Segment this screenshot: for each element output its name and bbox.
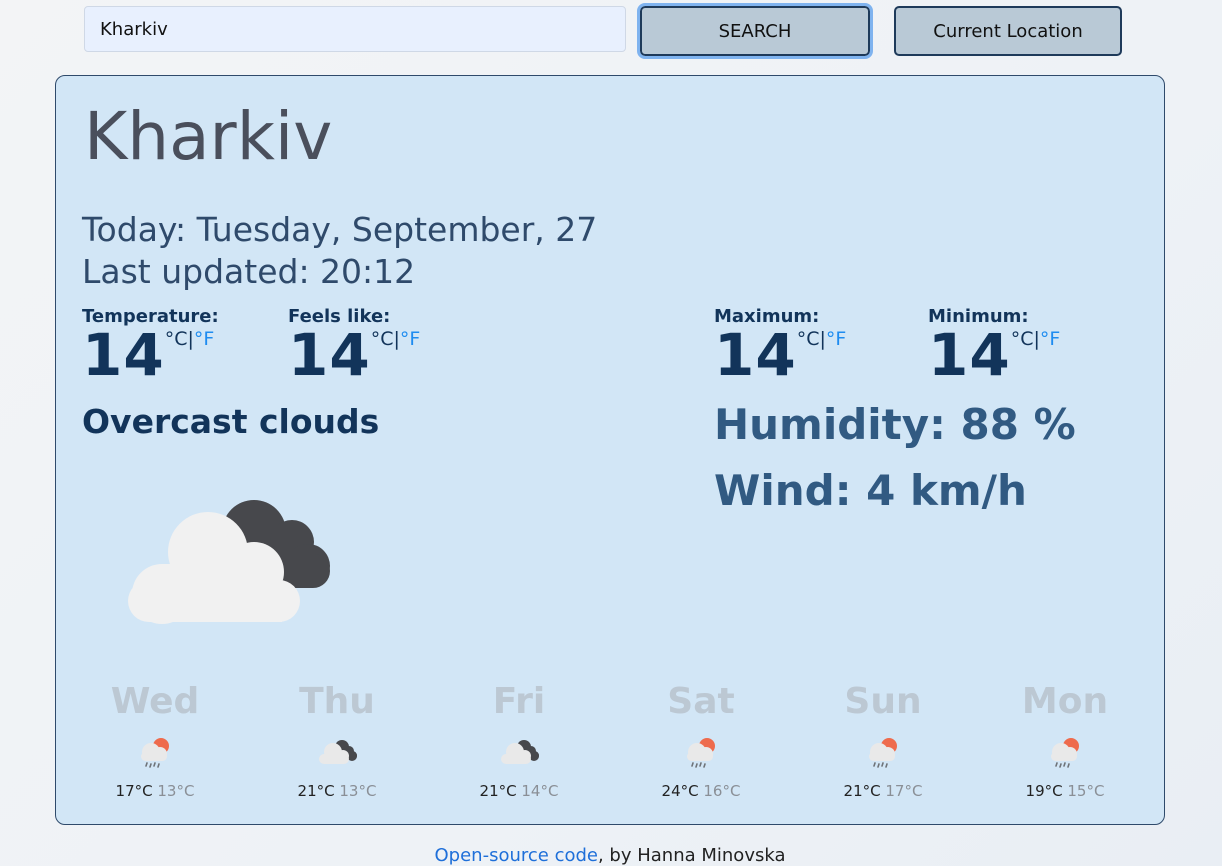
humidity: Humidity: 88 % xyxy=(714,400,1076,449)
rain-sun-icon xyxy=(1045,736,1085,770)
forecast-day-name: Fri xyxy=(492,681,546,722)
forecast-day: Sun 21°C 17°C xyxy=(792,681,974,801)
fahrenheit-toggle[interactable]: °F xyxy=(826,328,846,350)
search-input[interactable] xyxy=(84,6,626,52)
forecast-temps: 24°C 16°C xyxy=(610,782,792,800)
maximum-value: 14 xyxy=(714,321,797,389)
wind: Wind: 4 km/h xyxy=(714,466,1027,515)
feels-like-value: 14 xyxy=(288,321,371,389)
forecast-temps: 17°C 13°C xyxy=(64,782,246,800)
rain-sun-icon xyxy=(135,736,175,770)
celsius-toggle[interactable]: °C xyxy=(1011,328,1034,350)
broken-clouds-icon xyxy=(317,736,357,770)
today-date: Today: Tuesday, September, 27 xyxy=(82,210,598,249)
footer: Open-source code, by Hanna Minovska xyxy=(0,845,1220,866)
forecast-day-name: Wed xyxy=(110,681,200,722)
forecast-low: 13°C xyxy=(339,782,377,800)
fahrenheit-toggle[interactable]: °F xyxy=(400,328,420,350)
footer-credit: , by Hanna Minovska xyxy=(597,845,786,866)
forecast-day: Mon 19°C 15°C xyxy=(974,681,1156,801)
forecast-high: 17°C xyxy=(115,782,153,800)
rain-sun-icon xyxy=(681,736,721,770)
forecast-low: 16°C xyxy=(703,782,741,800)
maximum-block: Maximum: 14°C|°F xyxy=(714,308,846,385)
feels-like-block: Feels like: 14°C|°F xyxy=(288,308,420,385)
forecast-temps: 21°C 14°C xyxy=(428,782,610,800)
weather-description: Overcast clouds xyxy=(82,402,380,441)
forecast-high: 21°C xyxy=(479,782,517,800)
last-updated: Last updated: 20:12 xyxy=(82,252,416,291)
fahrenheit-toggle[interactable]: °F xyxy=(194,328,214,350)
broken-clouds-icon xyxy=(499,736,539,770)
forecast-day: Thu 21°C 13°C xyxy=(246,681,428,801)
forecast-low: 14°C xyxy=(521,782,559,800)
minimum-value: 14 xyxy=(928,321,1011,389)
forecast-day-name: Mon xyxy=(1021,681,1109,722)
forecast-day-name: Thu xyxy=(299,681,375,722)
forecast-day: Wed 17°C 13°C xyxy=(64,681,246,801)
open-source-link[interactable]: Open-source code xyxy=(435,845,598,866)
forecast-temps: 19°C 15°C xyxy=(974,782,1156,800)
forecast-day: Sat 24°C 16°C xyxy=(610,681,792,801)
temperature-block: Temperature: 14°C|°F xyxy=(82,308,219,385)
forecast-low: 15°C xyxy=(1067,782,1105,800)
fahrenheit-toggle[interactable]: °F xyxy=(1040,328,1060,350)
forecast-day-name: Sun xyxy=(844,681,922,722)
forecast-low: 17°C xyxy=(885,782,923,800)
celsius-toggle[interactable]: °C xyxy=(371,328,394,350)
forecast-row: Wed 17°C 13°C Thu 21°C 13°C Fri 21°C 14°C Sat 2… xyxy=(56,684,1166,814)
search-button[interactable]: SEARCH xyxy=(637,3,873,59)
overcast-clouds-icon xyxy=(128,500,330,624)
forecast-high: 21°C xyxy=(843,782,881,800)
minimum-block: Minimum: 14°C|°F xyxy=(928,308,1060,385)
forecast-temps: 21°C 13°C xyxy=(246,782,428,800)
celsius-toggle[interactable]: °C xyxy=(165,328,188,350)
rain-sun-icon xyxy=(863,736,903,770)
forecast-high: 19°C xyxy=(1025,782,1063,800)
city-name: Kharkiv xyxy=(84,98,333,175)
forecast-temps: 21°C 17°C xyxy=(792,782,974,800)
celsius-toggle[interactable]: °C xyxy=(797,328,820,350)
current-location-button[interactable]: Current Location xyxy=(894,6,1122,56)
forecast-high: 24°C xyxy=(661,782,699,800)
forecast-high: 21°C xyxy=(297,782,335,800)
forecast-low: 13°C xyxy=(157,782,195,800)
temperature-value: 14 xyxy=(82,321,165,389)
weather-card: Kharkiv Today: Tuesday, September, 27 La… xyxy=(55,75,1165,825)
forecast-day-name: Sat xyxy=(667,681,735,722)
forecast-day: Fri 21°C 14°C xyxy=(428,681,610,801)
